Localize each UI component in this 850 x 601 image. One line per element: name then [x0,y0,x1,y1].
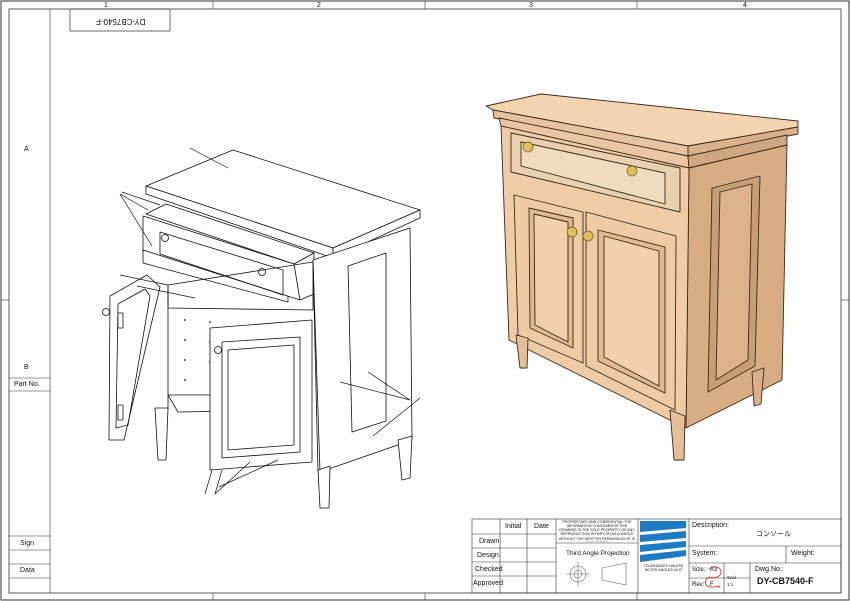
tolerances-notice: TOLERANCES UNLESS NOTED ANGLES ±0.5° [643,564,684,573]
zone-number-4: 4 [743,2,747,9]
projection-symbol [566,562,627,586]
part-no-label: Part No. [14,381,40,388]
size-label: Size: [692,567,706,573]
design-row-label: Design [477,552,499,559]
sign-label: Sign [20,540,35,547]
approved-row-label: Approved [473,580,503,587]
projection-label: Third Angle Projection [566,550,630,557]
mirrored-drawing-number: DY-CB7540-F [96,17,146,26]
drawing-sheet [0,0,850,601]
description-label: Description: [692,522,729,529]
zone-letter-a: A [24,146,29,153]
weight-label: Weight: [791,550,815,557]
company-logo [640,521,686,562]
size-value: A3 [710,567,718,573]
scale-value: 1:1 [727,582,734,587]
drawn-row-label: Drawn [479,538,500,545]
data-label: Data [20,567,35,574]
zone-letter-b: B [24,364,29,371]
zone-number-1: 1 [104,2,108,9]
rev-value: F [710,582,714,588]
checked-row-label: Checked [475,566,503,573]
zone-number-2: 2 [317,2,321,9]
proprietary-notice: PROPRIETARY AND CONFIDENTIAL THE INFORMA… [558,520,636,542]
exploded-cabinet-view [102,149,421,509]
zone-number-3: 3 [529,2,533,9]
rev-label: Rev: [692,582,705,588]
initial-column-header: Initial [505,523,522,530]
left-strip [9,9,51,593]
description-value: コンソール [756,531,791,538]
dwg-no-label: Dwg.No.: [755,566,784,573]
system-label: System: [692,550,718,557]
scale-label: Scal [727,575,736,580]
date-column-header: Date [534,523,549,530]
dwg-no-value: DY-CB7540-F [757,576,814,586]
